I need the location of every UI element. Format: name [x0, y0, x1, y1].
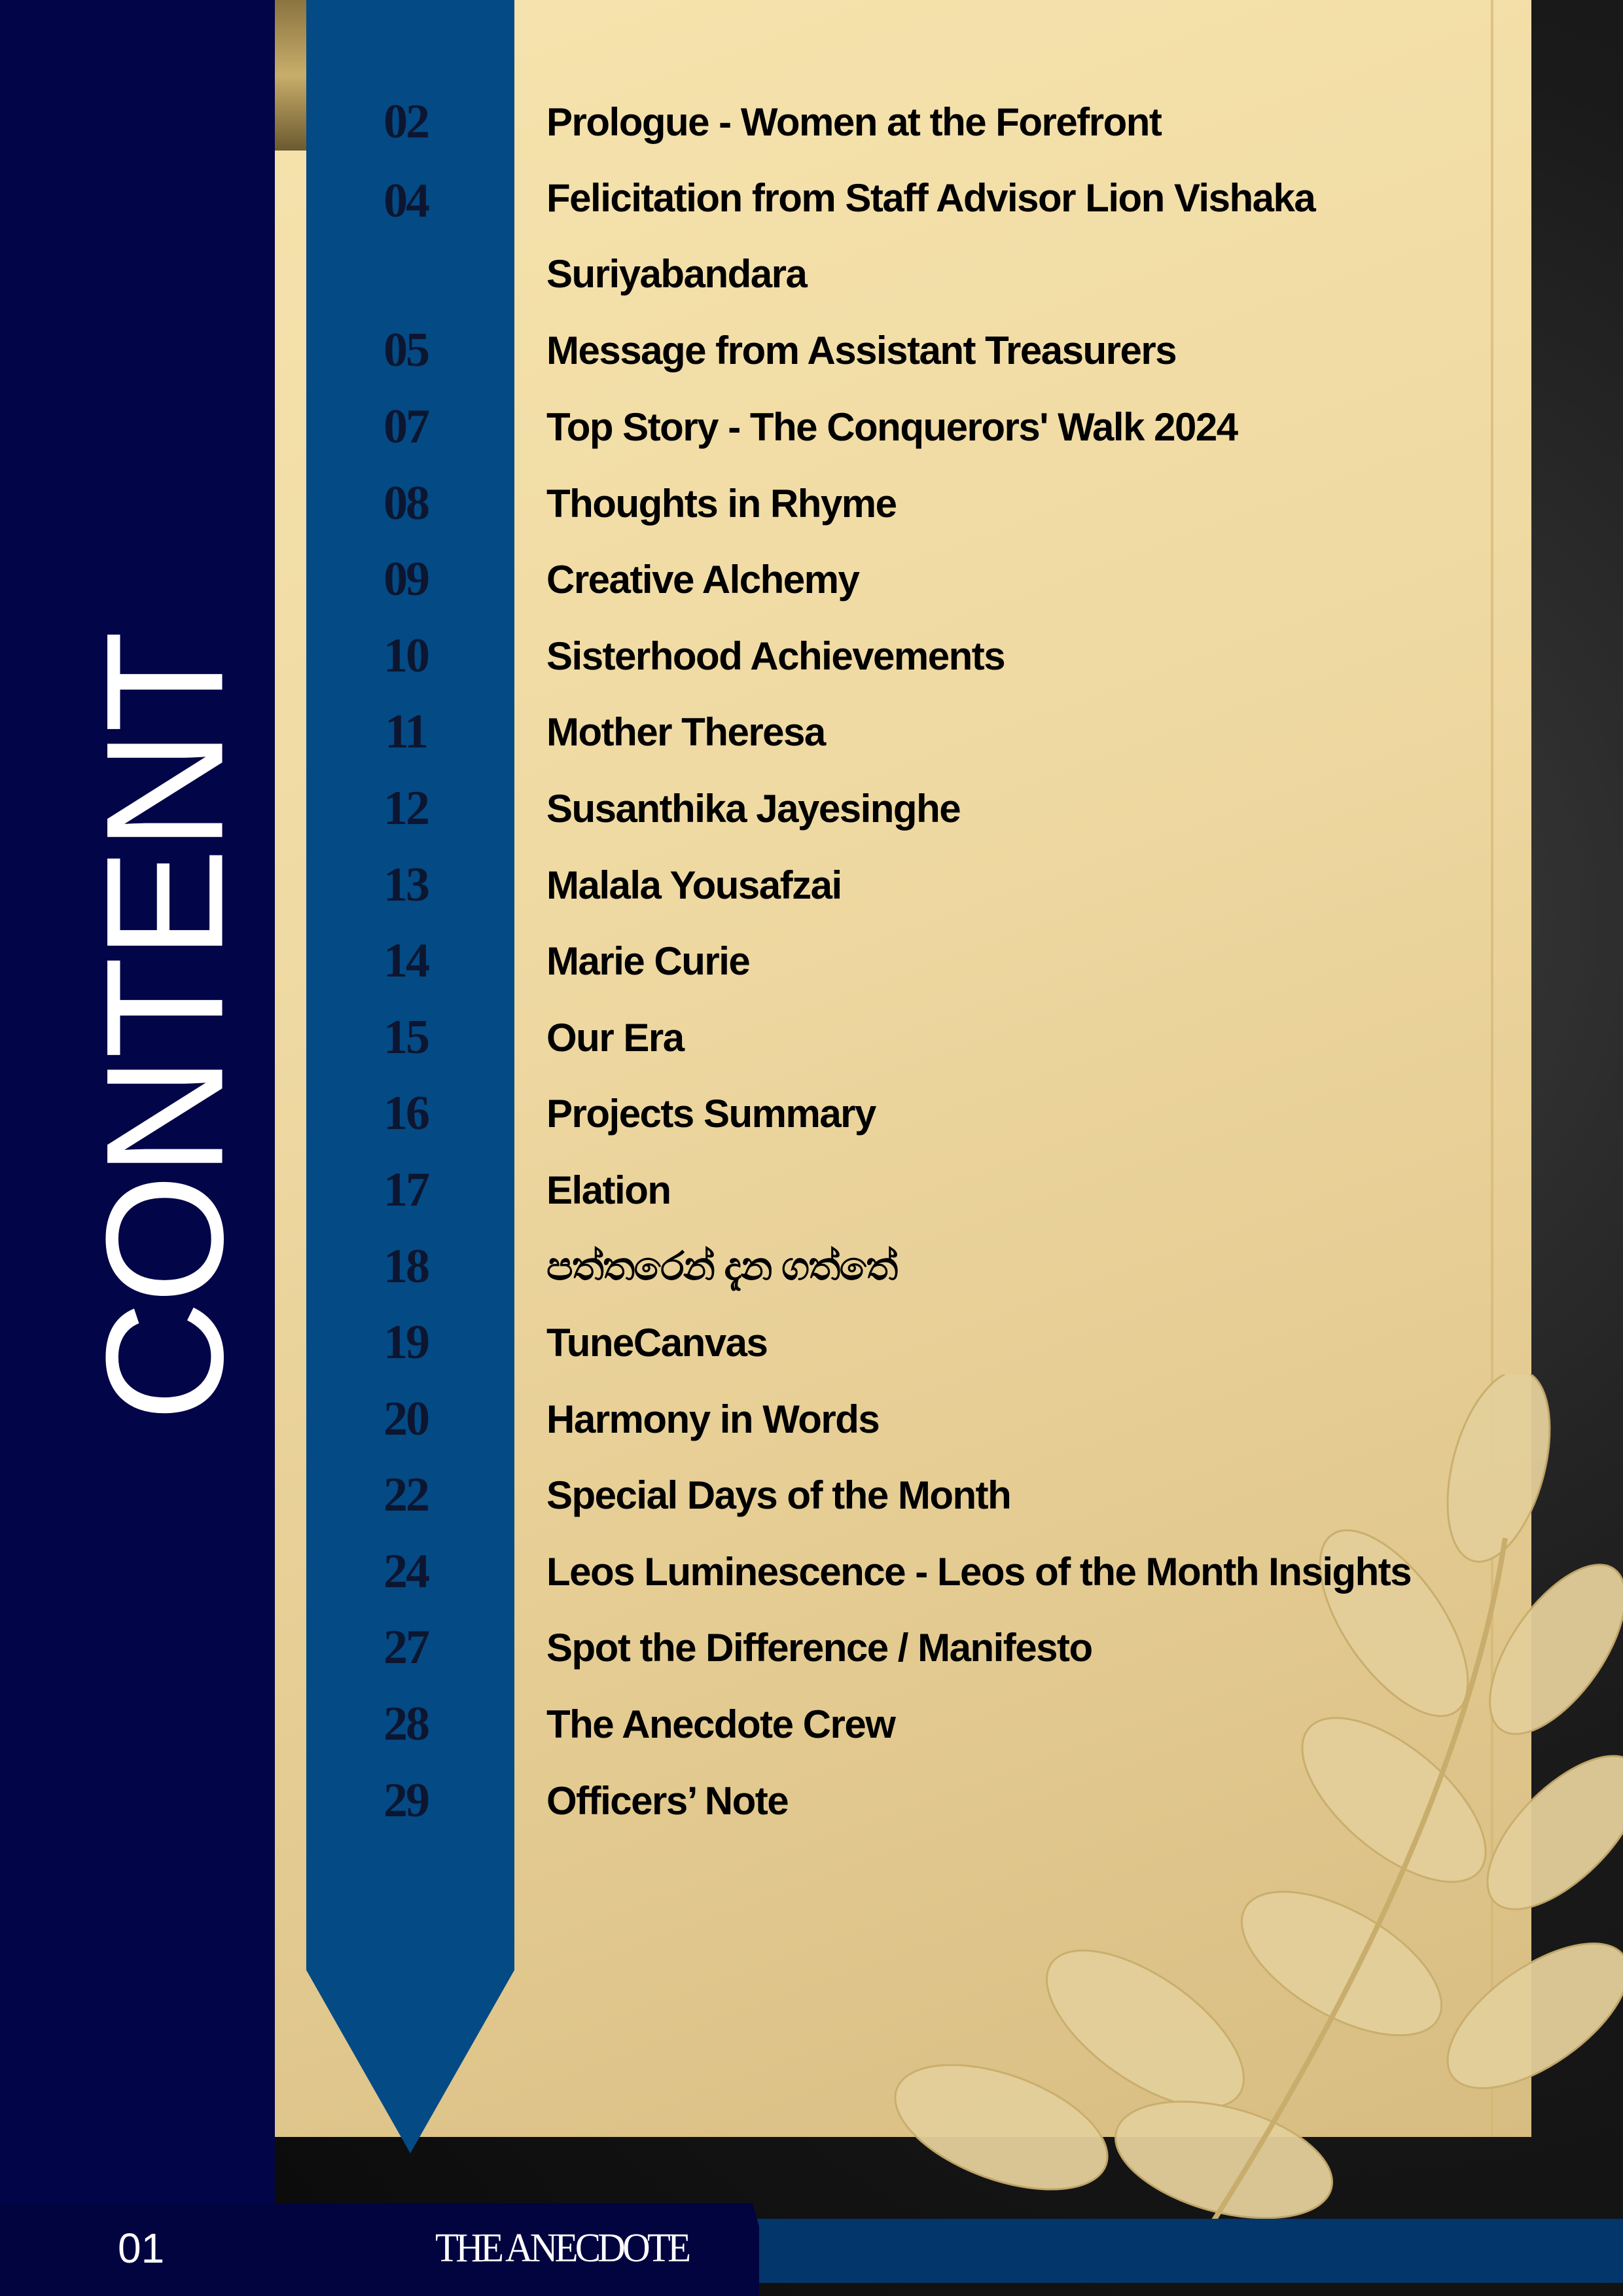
toc-title: Prologue - Women at the Forefront — [546, 99, 1162, 144]
toc-entry[interactable]: 20 Harmony in Words — [308, 1381, 1551, 1458]
toc-page-number: 09 — [383, 552, 430, 607]
toc-entry[interactable]: 24 Leos Luminescence - Leos of the Month … — [308, 1534, 1551, 1610]
toc-entry[interactable]: 17 Elation — [308, 1152, 1551, 1229]
toc-entry[interactable]: 22 Special Days of the Month — [308, 1458, 1551, 1534]
toc-page-number: 11 — [385, 705, 429, 759]
toc-entry[interactable]: 02 Prologue - Women at the Forefront — [308, 84, 1551, 160]
toc-title: Harmony in Words — [546, 1397, 880, 1441]
gold-decoration — [275, 0, 309, 151]
toc-entry[interactable]: 11 Mother Theresa — [308, 694, 1551, 771]
toc-title: Message from Assistant Treasurers — [546, 329, 1177, 373]
toc-page-number: 07 — [383, 399, 430, 454]
toc-page-number: 16 — [383, 1086, 430, 1141]
toc-entry[interactable]: 12 Susanthika Jayesinghe — [308, 770, 1551, 847]
toc-title: Projects Summary — [546, 1092, 876, 1136]
toc-entry[interactable]: 09 Creative Alchemy — [308, 541, 1551, 618]
toc-page-number: 05 — [383, 323, 430, 378]
toc-title: Leos Luminescence - Leos of the Month In… — [546, 1549, 1412, 1594]
toc-page-number: 13 — [383, 857, 430, 912]
toc-entry[interactable]: 28 The Anecdote Crew — [308, 1686, 1551, 1763]
toc-page-number: 04 — [383, 173, 430, 228]
toc-page-number: 17 — [383, 1162, 430, 1217]
page-number: 01 — [118, 2225, 165, 2272]
toc-page-number: 02 — [383, 94, 430, 149]
toc-title: Our Era — [546, 1015, 685, 1060]
toc-title: Elation — [546, 1168, 671, 1212]
toc-entry[interactable]: 19 TuneCanvas — [308, 1304, 1551, 1381]
footer-blue-bar — [733, 2219, 1623, 2283]
toc-page-number: 27 — [383, 1621, 430, 1675]
toc-page-number: 12 — [383, 781, 430, 835]
toc-page-number: 18 — [383, 1239, 430, 1293]
toc-entry[interactable]: 16 Projects Summary — [308, 1076, 1551, 1153]
toc-title: TuneCanvas — [546, 1321, 768, 1365]
toc-title: Marie Curie — [546, 939, 751, 984]
toc-entry[interactable]: 27 Spot the Difference / Manifesto — [308, 1610, 1551, 1687]
toc-entry[interactable]: 07 Top Story - The Conquerors' Walk 2024 — [308, 389, 1551, 465]
toc-page-number: 10 — [383, 628, 430, 683]
toc-title: Officers’ Note — [546, 1778, 789, 1823]
toc-title: Sisterhood Achievements — [546, 634, 1006, 678]
toc-entry[interactable]: 13 Malala Yousafzai — [308, 847, 1551, 924]
toc-title: The Anecdote Crew — [546, 1702, 896, 1747]
toc-page-number: 28 — [383, 1697, 430, 1751]
toc-title: Creative Alchemy — [546, 558, 860, 602]
toc-entry[interactable]: 08 Thoughts in Rhyme — [308, 465, 1551, 542]
toc-title: Susanthika Jayesinghe — [546, 786, 961, 831]
toc-page-number: 08 — [383, 476, 430, 530]
table-of-contents: 02 Prologue - Women at the Forefront 04 Fel… — [308, 84, 1551, 1839]
toc-title: Felicitation from Staff Advisor Lion Vis… — [546, 175, 1316, 296]
toc-page-number: 22 — [383, 1468, 430, 1522]
toc-entry[interactable]: 04 Felicitation from Staff Advisor Lion V… — [308, 160, 1551, 313]
toc-title: Mother Theresa — [546, 710, 826, 755]
toc-title: Special Days of the Month — [546, 1473, 1012, 1518]
toc-entry[interactable]: 15 Our Era — [308, 999, 1551, 1076]
toc-title: Malala Yousafzai — [546, 863, 842, 907]
magazine-name: THE ANECDOTE — [435, 2226, 691, 2270]
page-heading: CONTENT — [71, 633, 259, 1422]
toc-page-number: 24 — [383, 1544, 430, 1598]
toc-entry[interactable]: 29 Officers’ Note — [308, 1763, 1551, 1839]
toc-entry[interactable]: 05 Message from Assistant Treasurers — [308, 313, 1551, 389]
toc-entry[interactable]: 10 Sisterhood Achievements — [308, 618, 1551, 694]
toc-page-number: 14 — [383, 934, 430, 988]
toc-title: Spot the Difference / Manifesto — [546, 1626, 1093, 1670]
toc-title: පත්තරෙන් දැන ගත්තේ — [546, 1244, 898, 1289]
toc-entry[interactable]: 18 පත්තරෙන් දැන ගත්තේ — [308, 1229, 1551, 1305]
toc-page-number: 19 — [383, 1316, 430, 1370]
toc-page-number: 29 — [383, 1773, 430, 1827]
toc-title: Thoughts in Rhyme — [546, 481, 897, 526]
toc-title: Top Story - The Conquerors' Walk 2024 — [546, 404, 1238, 449]
toc-page-number: 15 — [383, 1010, 430, 1064]
toc-page-number: 20 — [383, 1391, 430, 1446]
toc-entry[interactable]: 14 Marie Curie — [308, 923, 1551, 999]
